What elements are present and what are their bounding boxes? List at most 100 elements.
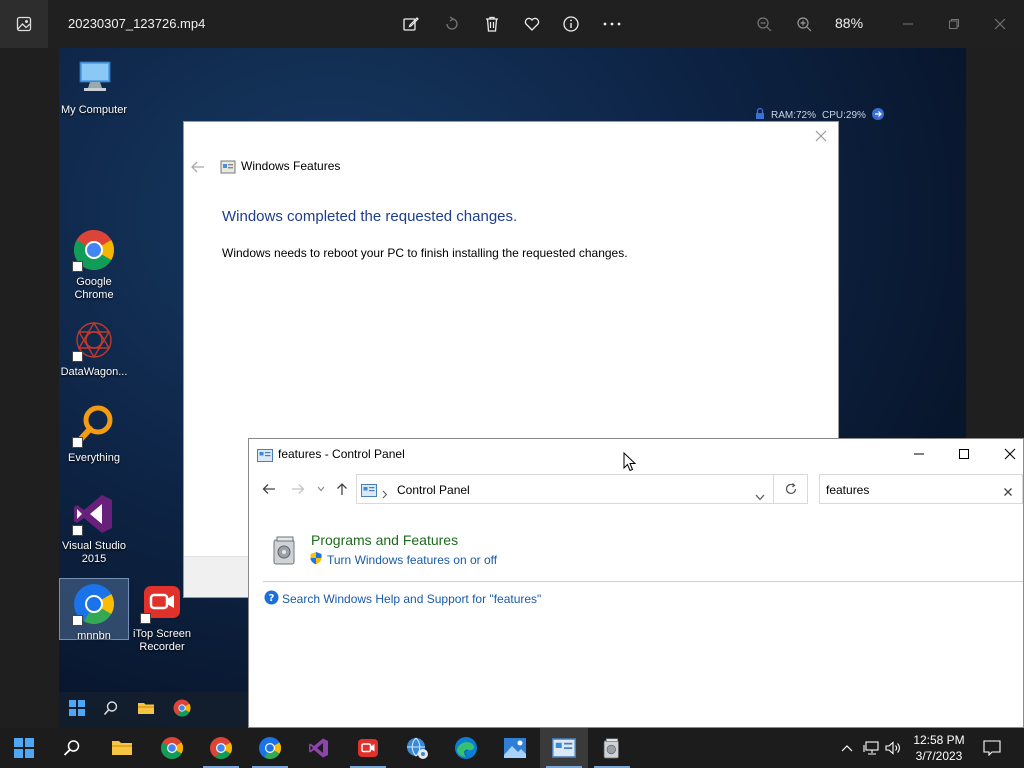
back-button[interactable] — [259, 479, 279, 499]
visual-studio-icon — [72, 492, 116, 536]
shortcut-arrow-icon — [72, 437, 83, 448]
taskbar-itop-recorder[interactable] — [344, 728, 392, 768]
forward-button[interactable] — [288, 479, 308, 499]
refresh-icon — [785, 483, 796, 495]
svg-text:?: ? — [269, 593, 275, 604]
chrome-icon — [72, 582, 116, 626]
system-clock[interactable]: 12:58 PM 3/7/2023 — [904, 732, 974, 764]
up-button[interactable] — [333, 479, 351, 499]
search-input[interactable] — [826, 481, 996, 499]
close-button[interactable] — [987, 439, 1024, 469]
taskbar-photos[interactable] — [491, 728, 539, 768]
restore-icon[interactable] — [942, 12, 966, 36]
help-icon: ? — [264, 590, 279, 608]
zoom-out-icon[interactable] — [752, 12, 776, 36]
info-icon[interactable] — [559, 12, 583, 36]
close-icon[interactable] — [814, 128, 828, 142]
taskbar-file-explorer[interactable] — [98, 728, 146, 768]
recent-locations-button[interactable] — [314, 479, 328, 499]
back-arrow-icon — [262, 484, 275, 494]
taskbar-control-panel[interactable] — [540, 728, 588, 768]
search-box[interactable] — [819, 474, 1023, 504]
recorded-taskbar — [59, 692, 249, 728]
ram-usage: RAM:72% — [771, 110, 817, 121]
programs-and-features-link[interactable]: Programs and Features — [311, 532, 458, 548]
rotate-icon[interactable] — [440, 12, 464, 36]
desktop-icon-label: DataWagon... — [60, 366, 128, 378]
turn-windows-features-link[interactable]: Turn Windows features on or off — [327, 553, 497, 567]
search-help-link[interactable]: Search Windows Help and Support for "fea… — [282, 592, 541, 606]
file-explorer-icon — [137, 700, 155, 720]
uac-shield-icon — [309, 551, 323, 568]
volume-icon[interactable] — [884, 740, 902, 756]
minimize-icon[interactable] — [896, 12, 920, 36]
taskbar-programs-features[interactable] — [588, 728, 636, 768]
shortcut-arrow-icon — [72, 525, 83, 536]
control-panel-icon — [257, 447, 273, 462]
taskbar-chrome-1[interactable] — [148, 728, 196, 768]
taskbar-chrome-2[interactable] — [197, 728, 245, 768]
favorite-icon[interactable] — [520, 12, 544, 36]
start-button[interactable] — [0, 728, 48, 768]
photos-app-icon — [0, 0, 48, 48]
close-icon — [1004, 448, 1016, 460]
zoom-in-icon[interactable] — [792, 12, 816, 36]
maximize-button[interactable] — [941, 439, 987, 469]
video-filename: 20230307_123726.mp4 — [68, 16, 206, 31]
desktop-icon-google-chrome[interactable]: Google Chrome — [59, 228, 129, 302]
maximize-icon — [959, 449, 969, 459]
zoom-level: 88% — [835, 15, 864, 31]
clock-date: 3/7/2023 — [915, 749, 963, 763]
breadcrumb-separator-icon[interactable] — [382, 484, 388, 503]
edge-icon — [455, 737, 477, 759]
minimize-icon — [914, 453, 924, 455]
programs-and-features-icon — [603, 738, 619, 759]
arrow-right-icon[interactable] — [871, 108, 884, 123]
taskbar-network-settings[interactable] — [393, 728, 441, 768]
taskbar: 12:58 PM 3/7/2023 — [0, 728, 1024, 768]
desktop-icon-visual-studio[interactable]: Visual Studio 2015 — [59, 492, 129, 566]
programs-and-features-icon[interactable] — [271, 534, 299, 566]
chevron-down-icon[interactable] — [755, 486, 765, 505]
control-panel-window: features - Control Panel Control Panel f… — [248, 438, 1024, 728]
computer-icon — [72, 56, 116, 100]
desktop-icon-label: Visual Studio 2015 — [61, 540, 126, 565]
more-icon[interactable] — [600, 12, 624, 36]
breadcrumb-control-panel[interactable]: Control Panel — [397, 483, 470, 497]
edit-icon[interactable] — [399, 12, 423, 36]
shortcut-arrow-icon — [72, 261, 83, 272]
desktop-icon-mnnbn[interactable]: mnnbn — [59, 578, 129, 642]
refresh-button[interactable] — [774, 474, 808, 504]
search-icon — [63, 740, 80, 756]
search-help-link-row[interactable]: ? Search Windows Help and Support for "f… — [264, 590, 541, 608]
address-bar[interactable]: Control Panel — [356, 474, 774, 504]
forward-arrow-icon — [292, 484, 305, 494]
search-button[interactable] — [48, 728, 96, 768]
desktop-icon-everything[interactable]: Everything — [59, 404, 129, 465]
delete-icon[interactable] — [480, 12, 504, 36]
itop-recorder-icon — [358, 739, 378, 757]
notifications-icon[interactable] — [982, 740, 1002, 756]
dialog-title: Windows Features — [241, 159, 341, 173]
network-icon[interactable] — [862, 740, 880, 756]
taskbar-chrome-3[interactable] — [246, 728, 294, 768]
taskbar-visual-studio[interactable] — [295, 728, 343, 768]
windows-features-icon — [220, 159, 236, 175]
turn-windows-features-link-row[interactable]: Turn Windows features on or off — [309, 551, 497, 568]
everything-icon — [72, 404, 116, 448]
globe-settings-icon — [407, 737, 428, 759]
clear-search-icon[interactable] — [1002, 483, 1014, 496]
back-arrow-icon[interactable] — [190, 159, 206, 178]
visual-studio-icon — [309, 738, 328, 758]
chrome-icon — [259, 737, 281, 759]
taskbar-edge[interactable] — [442, 728, 490, 768]
minimize-button[interactable] — [896, 439, 942, 469]
photos-icon — [504, 738, 526, 758]
desktop-icon-datawagon[interactable]: DataWagon... — [59, 318, 129, 379]
itop-recorder-icon — [140, 580, 184, 624]
clock-time: 12:58 PM — [913, 733, 965, 747]
window-title: features - Control Panel — [278, 447, 405, 461]
desktop-icon-my-computer[interactable]: My Computer — [59, 56, 129, 117]
show-hidden-icons-chevron-up-icon[interactable] — [838, 740, 856, 756]
close-icon[interactable] — [988, 12, 1012, 36]
